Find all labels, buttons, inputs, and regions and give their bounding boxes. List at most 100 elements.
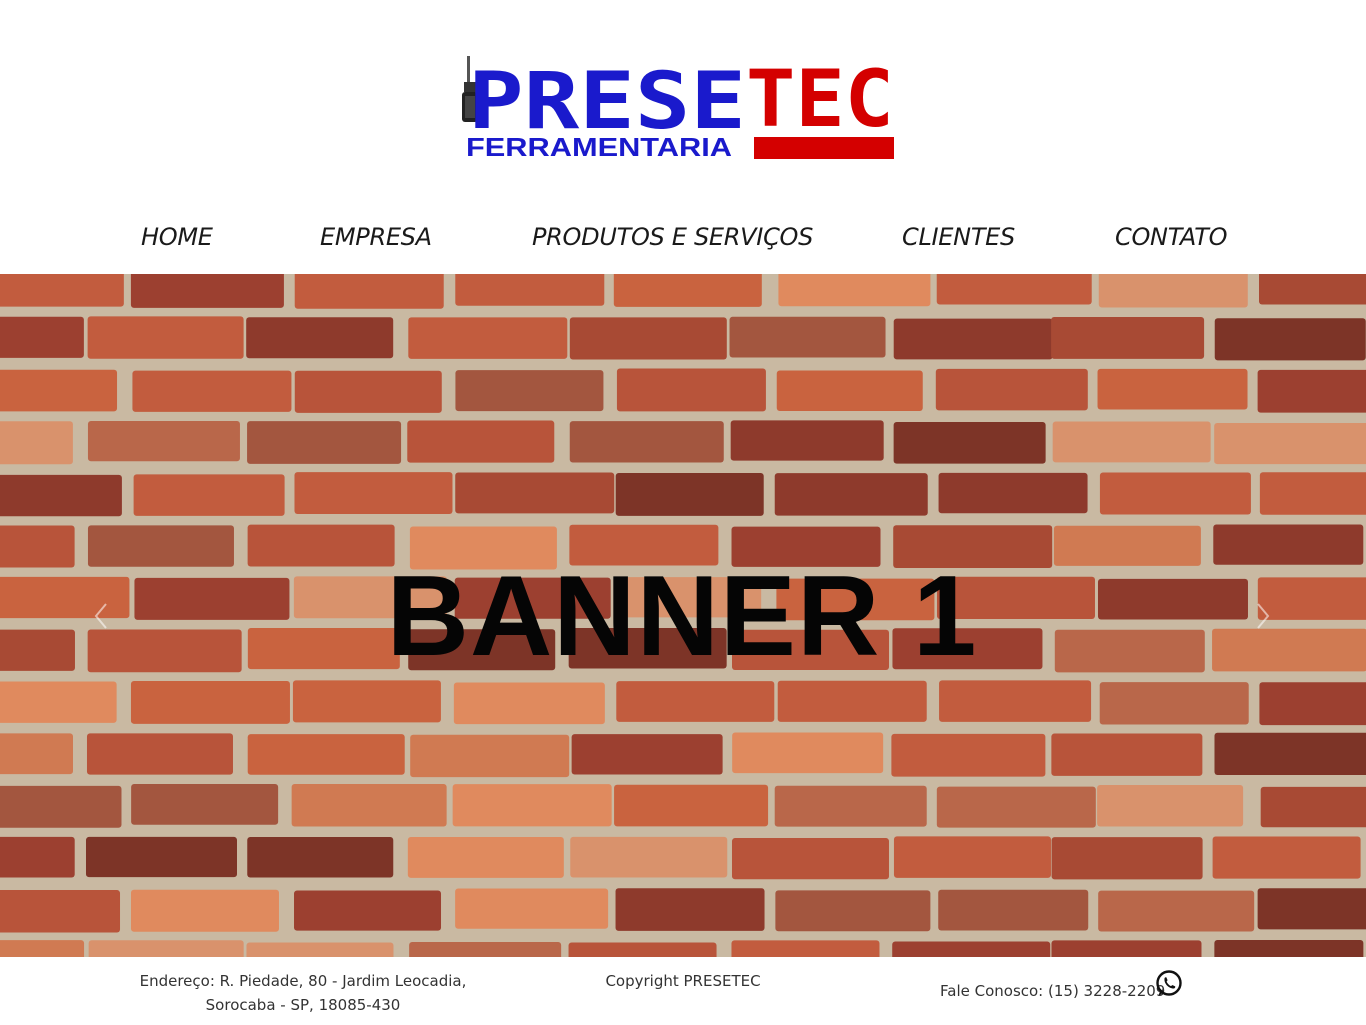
brick (1099, 682, 1249, 725)
brick (731, 940, 880, 957)
brick (86, 733, 233, 775)
brick (407, 420, 555, 463)
presetec-logo[interactable]: PRESE TEC FERRAMENTARIA (462, 38, 896, 164)
brick (0, 274, 124, 307)
brick (292, 680, 441, 723)
logo-subtitle: FERRAMENTARIA (466, 132, 732, 162)
brick (294, 890, 442, 931)
brick (936, 786, 1096, 828)
brick (1260, 786, 1366, 828)
brick (571, 734, 723, 775)
nav-item-clientes[interactable]: CLIENTES (902, 223, 1015, 251)
footer-contact: Fale Conosco: (15) 3228-2209 (940, 982, 1166, 1000)
brick (1257, 888, 1366, 930)
brick (291, 784, 447, 827)
nav-item-home[interactable]: HOME (141, 223, 213, 251)
brick (1097, 784, 1244, 827)
site-footer: Endereço: R. Piedade, 80 - Jardim Leocad… (0, 957, 1366, 1025)
brick (0, 733, 73, 775)
brick (0, 421, 73, 465)
brick (1212, 836, 1361, 879)
brick (88, 940, 244, 957)
brick (893, 318, 1053, 360)
brick (131, 784, 279, 825)
brick (1257, 369, 1366, 413)
footer-address: Endereço: R. Piedade, 80 - Jardim Leocad… (138, 969, 468, 1017)
brick (1099, 472, 1251, 515)
brick (130, 274, 284, 308)
brick (568, 942, 717, 957)
brick (453, 682, 605, 725)
brick (730, 420, 884, 461)
brick (774, 473, 928, 516)
brick (938, 889, 1089, 931)
brick (0, 785, 122, 828)
footer-copyright: Copyright PRESETEC (605, 972, 761, 990)
brick (776, 370, 923, 411)
brick (455, 888, 609, 929)
brick (1214, 318, 1366, 361)
brick (616, 681, 775, 722)
logo-name-part2: TEC (746, 55, 894, 145)
brick (616, 368, 766, 412)
brick (246, 942, 394, 957)
chevron-right-icon[interactable] (1246, 596, 1282, 636)
brick (294, 472, 453, 515)
brick (294, 274, 444, 309)
brick (0, 681, 117, 723)
brick (778, 274, 931, 307)
brick (1098, 274, 1248, 308)
brick (0, 369, 118, 412)
address-line-1: Endereço: R. Piedade, 80 - Jardim Leocad… (139, 972, 467, 990)
brick (1259, 682, 1366, 726)
brick (130, 889, 279, 932)
brick (455, 472, 615, 514)
brick (0, 836, 75, 878)
brick (407, 837, 564, 878)
brick (1259, 472, 1366, 515)
brick (731, 838, 889, 880)
brick (87, 316, 244, 359)
brick (294, 370, 442, 413)
brick (729, 316, 886, 358)
logo-red-bar (754, 137, 894, 159)
brick (732, 732, 884, 774)
brick (408, 317, 568, 359)
brick (775, 890, 931, 932)
brick (615, 472, 764, 516)
brick (570, 836, 728, 878)
nav-item-produtos-servicos[interactable]: PRODUTOS E SERVIÇOS (532, 223, 813, 251)
brick (774, 785, 927, 827)
brick (1052, 421, 1211, 463)
site-header: PRESE TEC FERRAMENTARIA (0, 0, 1366, 200)
brick (1097, 368, 1248, 410)
brick (1051, 316, 1205, 359)
brick (614, 784, 769, 827)
brick (777, 680, 927, 722)
hero-banner-carousel: BANNER 1 (0, 274, 1366, 957)
brick (615, 888, 765, 931)
brick (247, 836, 394, 878)
chevron-left-icon[interactable] (84, 596, 120, 636)
brick (936, 274, 1092, 305)
nav-item-empresa[interactable]: EMPRESA (320, 223, 432, 251)
brick (938, 472, 1088, 514)
brick (0, 474, 122, 517)
brick (939, 680, 1092, 722)
brick (452, 784, 612, 827)
brick (455, 274, 605, 306)
brick (0, 890, 121, 933)
brick (1214, 940, 1364, 957)
banner-title: BANNER 1 (386, 553, 978, 680)
brick (1098, 890, 1255, 932)
brick (935, 368, 1088, 411)
brick (569, 421, 724, 463)
brick (613, 274, 762, 307)
brick (130, 681, 290, 724)
brick (133, 474, 285, 516)
brick (1051, 837, 1203, 880)
brick (1051, 940, 1202, 957)
nav-item-contato[interactable]: CONTATO (1115, 223, 1227, 251)
whatsapp-icon[interactable] (1154, 969, 1184, 999)
brick (410, 734, 570, 778)
